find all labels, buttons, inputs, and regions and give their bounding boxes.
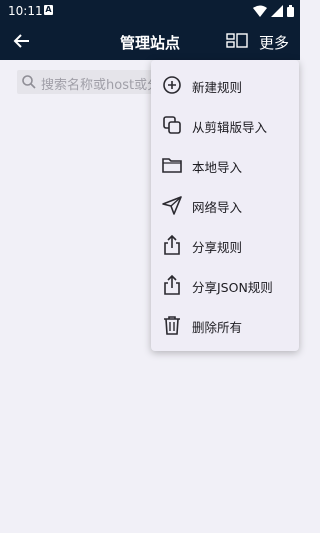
trash-icon (164, 316, 180, 335)
menu-item-import-local[interactable]: 本地导入 (151, 145, 299, 185)
menu-item-label: 本地导入 (192, 160, 243, 175)
menu-item-label: 新建规则 (192, 80, 243, 95)
add-circle-icon (163, 76, 181, 94)
menu-item-new-rule[interactable]: 新建规则 (151, 65, 299, 105)
menu-item-label: 从剪辑版导入 (192, 120, 268, 135)
battery-icon (287, 5, 294, 17)
menu-item-import-clipboard[interactable]: 从剪辑版导入 (151, 105, 299, 145)
overflow-menu: 新建规则 从剪辑版导入 本地导入 网络导入 分享规则 分享JSON规则 删除所有 (151, 60, 299, 351)
more-button[interactable]: 更多 (259, 32, 289, 53)
menu-item-label: 分享规则 (192, 240, 243, 255)
menu-item-share-json[interactable]: 分享JSON规则 (151, 265, 299, 305)
menu-item-label: 网络导入 (192, 200, 243, 215)
app-bar: 管理站点 更多 (0, 22, 300, 60)
signal-icon (271, 5, 283, 17)
folder-icon (162, 158, 182, 173)
search-placeholder: 搜索名称或host或分组 (41, 78, 162, 93)
status-icons (253, 4, 294, 18)
layout-icon (226, 33, 248, 48)
status-bar: 10:11 A (0, 0, 300, 22)
menu-item-delete-all[interactable]: 删除所有 (151, 305, 299, 345)
menu-item-share-rule[interactable]: 分享规则 (151, 225, 299, 265)
notification-icon: A (44, 5, 53, 15)
page-title: 管理站点 (119, 34, 180, 52)
copy-icon (163, 116, 181, 134)
wifi-icon (253, 5, 267, 17)
search-input[interactable]: 搜索名称或host或分组 (17, 70, 162, 94)
share-icon (164, 234, 180, 255)
menu-item-label: 删除所有 (192, 320, 243, 335)
status-time: 10:11 (8, 4, 43, 18)
share-icon (164, 274, 180, 295)
send-icon (162, 196, 182, 215)
menu-item-import-network[interactable]: 网络导入 (151, 185, 299, 225)
layout-toggle-button[interactable] (226, 32, 248, 50)
search-icon (22, 75, 36, 89)
menu-item-label: 分享JSON规则 (192, 280, 273, 295)
